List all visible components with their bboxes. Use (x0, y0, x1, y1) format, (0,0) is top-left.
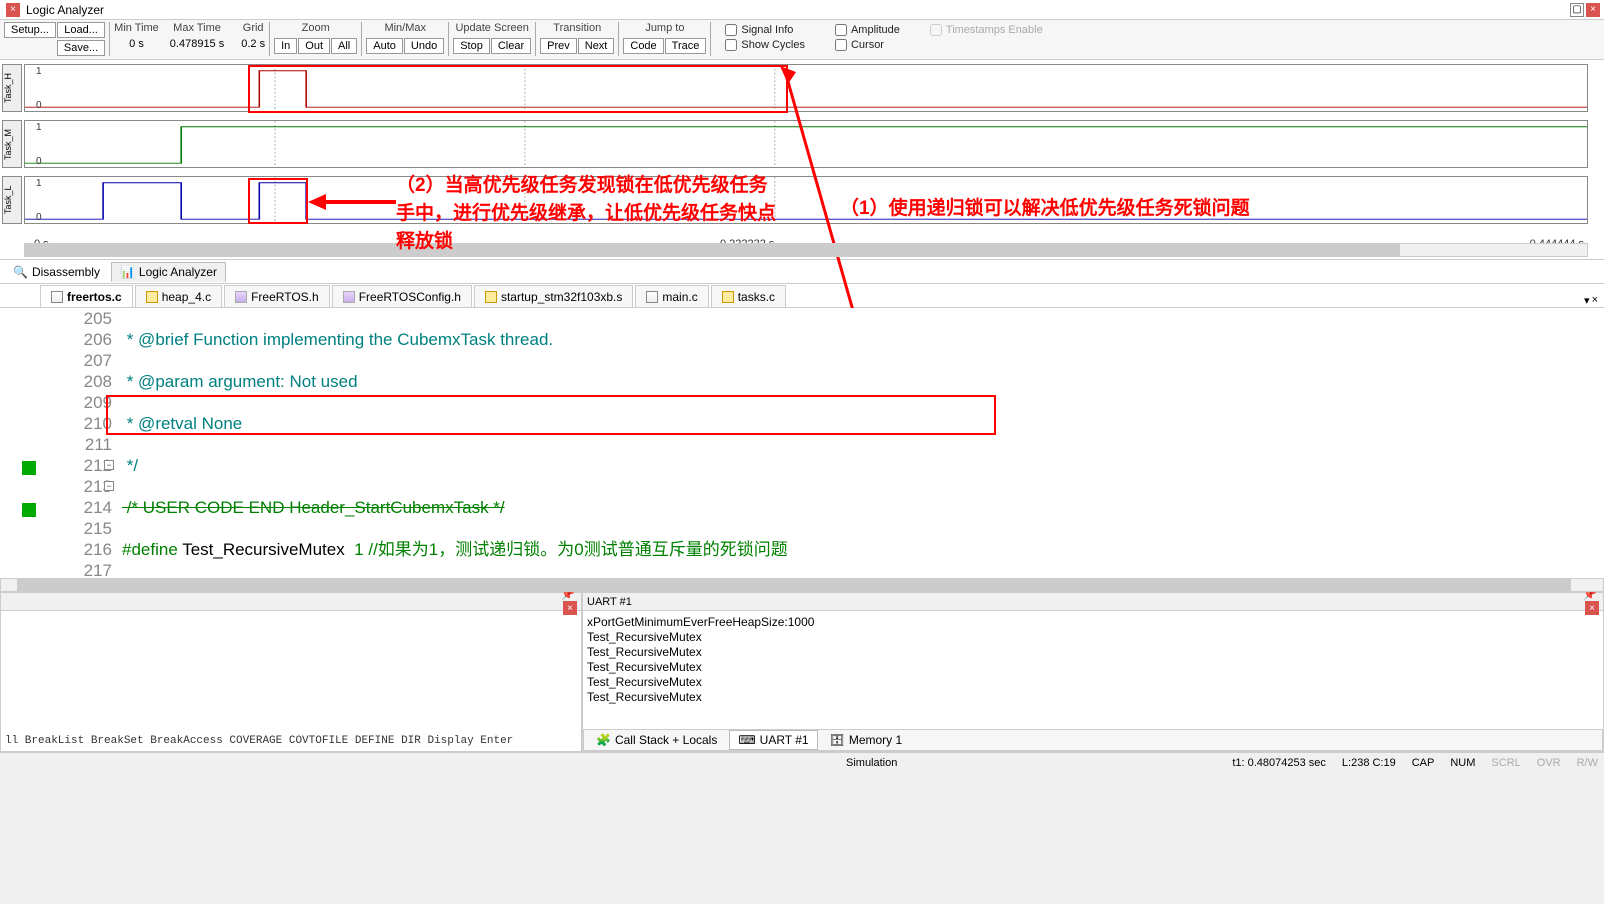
c-file-icon (646, 291, 658, 303)
command-line[interactable]: ll BreakList BreakSet BreakAccess COVERA… (1, 733, 581, 751)
filetab-freertos-h[interactable]: FreeRTOS.h (224, 285, 330, 307)
zoom-in-button[interactable]: In (274, 38, 297, 54)
signal-info-check[interactable]: Signal Info (725, 24, 805, 36)
update-label: Update Screen (455, 22, 528, 36)
h-file-icon (343, 291, 355, 303)
close-icon[interactable]: × (6, 3, 20, 17)
tab-uart1[interactable]: ⌨UART #1 (729, 730, 817, 750)
channel-task-h-label: Task_H (2, 64, 22, 112)
channel-task-l-label: Task_L (2, 176, 22, 224)
filetab-freertos[interactable]: freertos.c (40, 285, 133, 307)
waveform-area: Task_H 1 0 Task_M 1 0 Task_L 1 0 0 s 0.2… (0, 60, 1604, 260)
mintime-label: Min Time (114, 22, 159, 36)
breakpoint-marker[interactable] (22, 461, 36, 475)
status-ovr: OVR (1537, 757, 1561, 769)
save-button[interactable]: Save... (57, 40, 105, 56)
timestamps-check[interactable]: Timestamps Enable (930, 24, 1043, 36)
magnifier-icon: 🔍 (13, 265, 28, 279)
view-tabs: 🔍 Disassembly 📊 Logic Analyzer (0, 260, 1604, 284)
code-body[interactable]: * @brief Function implementing the Cubem… (122, 308, 1604, 578)
filetab-heap4[interactable]: heap_4.c (135, 285, 222, 307)
status-simulation: Simulation (6, 757, 1216, 769)
annotation-2-text: （2）当高优先级任务发现锁在低优先级任务手中，进行优先级继承，让低优先级任务快点… (396, 172, 776, 256)
status-time: t1: 0.48074253 sec (1232, 757, 1326, 769)
channel-task-m-label: Task_M (2, 120, 22, 168)
load-button[interactable]: Load... (57, 22, 105, 38)
terminal-icon: ⌨ (738, 733, 755, 747)
grid-value: 0.2 s (241, 38, 265, 50)
line-gutter: 205206207 208209210 211212213 214215216 … (0, 308, 120, 578)
code-editor[interactable]: 205206207 208209210 211212213 214215216 … (0, 308, 1604, 578)
zoom-label: Zoom (302, 22, 330, 36)
maxtime-label: Max Time (173, 22, 221, 36)
breakpoint-marker[interactable] (22, 503, 36, 517)
prev-button[interactable]: Prev (540, 38, 577, 54)
maxtime-value: 0.478915 s (170, 38, 224, 50)
c-file-icon (146, 291, 158, 303)
memory-icon: 🗄 (830, 733, 845, 747)
stop-button[interactable]: Stop (453, 38, 490, 54)
clear-button[interactable]: Clear (491, 38, 531, 54)
analyzer-hscroll[interactable] (24, 243, 1588, 257)
editor-hscroll[interactable] (0, 578, 1604, 592)
mintime-value: 0 s (129, 38, 144, 50)
maximize-icon[interactable]: ▢ (1570, 3, 1584, 17)
dropdown-icon[interactable]: ▾ (1584, 294, 1590, 307)
jumpto-label: Jump to (645, 22, 684, 36)
channel-task-m[interactable] (24, 120, 1588, 168)
minmax-label: Min/Max (384, 22, 426, 36)
transition-label: Transition (553, 22, 601, 36)
status-num: NUM (1450, 757, 1475, 769)
asm-file-icon (485, 291, 497, 303)
trace-button[interactable]: Trace (665, 38, 707, 54)
h-file-icon (235, 291, 247, 303)
uart-output[interactable]: xPortGetMinimumEverFreeHeapSize:1000Test… (583, 611, 1603, 729)
setup-button[interactable]: Setup... (4, 22, 56, 38)
window-title: Logic Analyzer (26, 3, 1568, 17)
channel-task-h[interactable] (24, 64, 1588, 112)
filetab-main[interactable]: main.c (635, 285, 708, 307)
left-pane-header: 📌 × (1, 593, 581, 611)
command-output[interactable] (1, 611, 581, 733)
logic-analyzer-titlebar: × Logic Analyzer ▢ × (0, 0, 1604, 20)
tick-0: 0 (36, 100, 42, 111)
c-file-icon (722, 291, 734, 303)
status-rw: R/W (1577, 757, 1598, 769)
annotation-1-text: （1）使用递归锁可以解决低优先级任务死锁问题 (840, 195, 1440, 223)
zoom-all-button[interactable]: All (331, 38, 357, 54)
filetab-config-h[interactable]: FreeRTOSConfig.h (332, 285, 472, 307)
tab-disassembly[interactable]: 🔍 Disassembly (4, 262, 109, 282)
auto-button[interactable]: Auto (366, 38, 403, 54)
c-file-icon (51, 291, 63, 303)
show-cycles-check[interactable]: Show Cycles (725, 39, 805, 51)
bottom-panes: 📌 × ll BreakList BreakSet BreakAccess CO… (0, 592, 1604, 752)
status-cap: CAP (1412, 757, 1435, 769)
filetab-tasks[interactable]: tasks.c (711, 285, 786, 307)
undo-button[interactable]: Undo (404, 38, 444, 54)
stack-icon: 🧩 (596, 733, 611, 747)
zoom-out-button[interactable]: Out (298, 38, 330, 54)
close-icon-right[interactable]: × (1586, 3, 1600, 17)
bottom-tabs: 🧩Call Stack + Locals ⌨UART #1 🗄Memory 1 (583, 729, 1603, 751)
status-linecol: L:238 C:19 (1342, 757, 1396, 769)
grid-label: Grid (243, 22, 264, 36)
amplitude-check[interactable]: Amplitude (835, 24, 900, 36)
tab-memory1[interactable]: 🗄Memory 1 (822, 731, 911, 749)
status-scrl: SCRL (1491, 757, 1520, 769)
next-button[interactable]: Next (578, 38, 615, 54)
file-tabs: freertos.c heap_4.c FreeRTOS.h FreeRTOSC… (0, 284, 1604, 308)
status-bar: Simulation t1: 0.48074253 sec L:238 C:19… (0, 752, 1604, 772)
uart-pane-header: UART #1 📌 × (583, 593, 1603, 611)
close-tab-icon[interactable]: × (1592, 294, 1598, 307)
code-button[interactable]: Code (623, 38, 663, 54)
wave-icon: 📊 (120, 265, 135, 279)
cursor-check[interactable]: Cursor (835, 39, 900, 51)
filetab-startup[interactable]: startup_stm32f103xb.s (474, 285, 633, 307)
fold-icon[interactable]: − (104, 460, 114, 470)
fold-icon[interactable]: − (104, 481, 114, 491)
tab-logic-analyzer[interactable]: 📊 Logic Analyzer (111, 262, 226, 282)
tab-callstack[interactable]: 🧩Call Stack + Locals (588, 731, 725, 749)
analyzer-toolbar: Setup... Load... Save... Min Time 0 s Max… (0, 20, 1604, 60)
tick-1: 1 (36, 66, 42, 77)
